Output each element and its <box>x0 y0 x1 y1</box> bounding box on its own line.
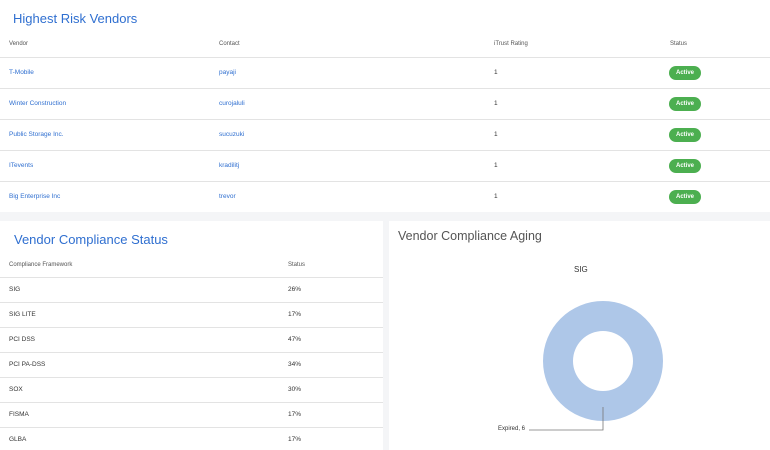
vendor-link[interactable]: T-Mobile <box>9 69 34 76</box>
status-badge: Active <box>669 66 701 80</box>
rating-value: 1 <box>494 69 498 76</box>
highest-risk-vendors-title: Highest Risk Vendors <box>13 11 138 26</box>
table-divider <box>0 88 770 89</box>
contact-link[interactable]: kradilitj <box>219 162 239 169</box>
compliance-percent: 34% <box>288 361 302 368</box>
compliance-percent: 26% <box>288 286 302 293</box>
rating-value: 1 <box>494 193 498 200</box>
rating-column-header[interactable]: iTrust Rating <box>494 41 528 47</box>
vendor-link[interactable]: Winter Construction <box>9 100 66 107</box>
status-badge: Active <box>669 159 701 173</box>
compliance-percent: 47% <box>288 336 302 343</box>
vendor-link[interactable]: Public Storage Inc. <box>9 131 64 138</box>
framework-name: PCI DSS <box>9 336 36 343</box>
contact-link[interactable]: payaji <box>219 69 236 76</box>
table-divider <box>0 57 770 58</box>
donut-slice-expired[interactable] <box>543 301 663 421</box>
vendor-link[interactable]: Big Enterprise Inc <box>9 193 60 200</box>
table-divider <box>0 427 383 428</box>
status-column-header[interactable]: Status <box>670 41 687 47</box>
status-badge: Active <box>669 128 701 142</box>
table-divider <box>0 277 383 278</box>
table-divider <box>0 327 383 328</box>
vendor-compliance-status-title: Vendor Compliance Status <box>14 232 168 247</box>
table-divider <box>0 402 383 403</box>
status-badge: Active <box>669 97 701 111</box>
table-divider <box>0 119 770 120</box>
rating-value: 1 <box>494 162 498 169</box>
compliance-status-column-header[interactable]: Status <box>288 262 305 268</box>
compliance-percent: 17% <box>288 436 302 443</box>
table-divider <box>0 302 383 303</box>
contact-link[interactable]: curojaluli <box>219 100 245 107</box>
aging-donut-chart <box>529 301 663 431</box>
vendor-compliance-aging-card: Vendor Compliance Aging SIG Expired, 6 <box>389 221 770 450</box>
highest-risk-vendors-card: Highest Risk Vendors Vendor Contact iTru… <box>0 0 770 212</box>
slice-data-label: Expired, 6 <box>498 426 526 432</box>
framework-column-header[interactable]: Compliance Framework <box>9 262 72 268</box>
table-divider <box>0 352 383 353</box>
vendor-compliance-status-card: Vendor Compliance Status Compliance Fram… <box>0 221 383 450</box>
rating-value: 1 <box>494 131 498 138</box>
framework-name: SOX <box>9 386 23 393</box>
framework-name: FISMA <box>9 411 29 418</box>
framework-name: SIG <box>9 286 21 293</box>
framework-name: SIG LITE <box>9 311 36 318</box>
vendor-column-header[interactable]: Vendor <box>9 41 28 47</box>
vendor-link[interactable]: ITevents <box>9 162 33 169</box>
table-divider <box>0 181 770 182</box>
contact-link[interactable]: trevor <box>219 193 236 200</box>
table-divider <box>0 377 383 378</box>
compliance-percent: 17% <box>288 411 302 418</box>
framework-name: GLBA <box>9 436 27 443</box>
framework-name: PCI PA-DSS <box>9 361 46 368</box>
compliance-percent: 17% <box>288 311 302 318</box>
contact-column-header[interactable]: Contact <box>219 41 240 47</box>
compliance-percent: 30% <box>288 386 302 393</box>
rating-value: 1 <box>494 100 498 107</box>
status-badge: Active <box>669 190 701 204</box>
contact-link[interactable]: sucuzuki <box>219 131 244 138</box>
table-divider <box>0 150 770 151</box>
